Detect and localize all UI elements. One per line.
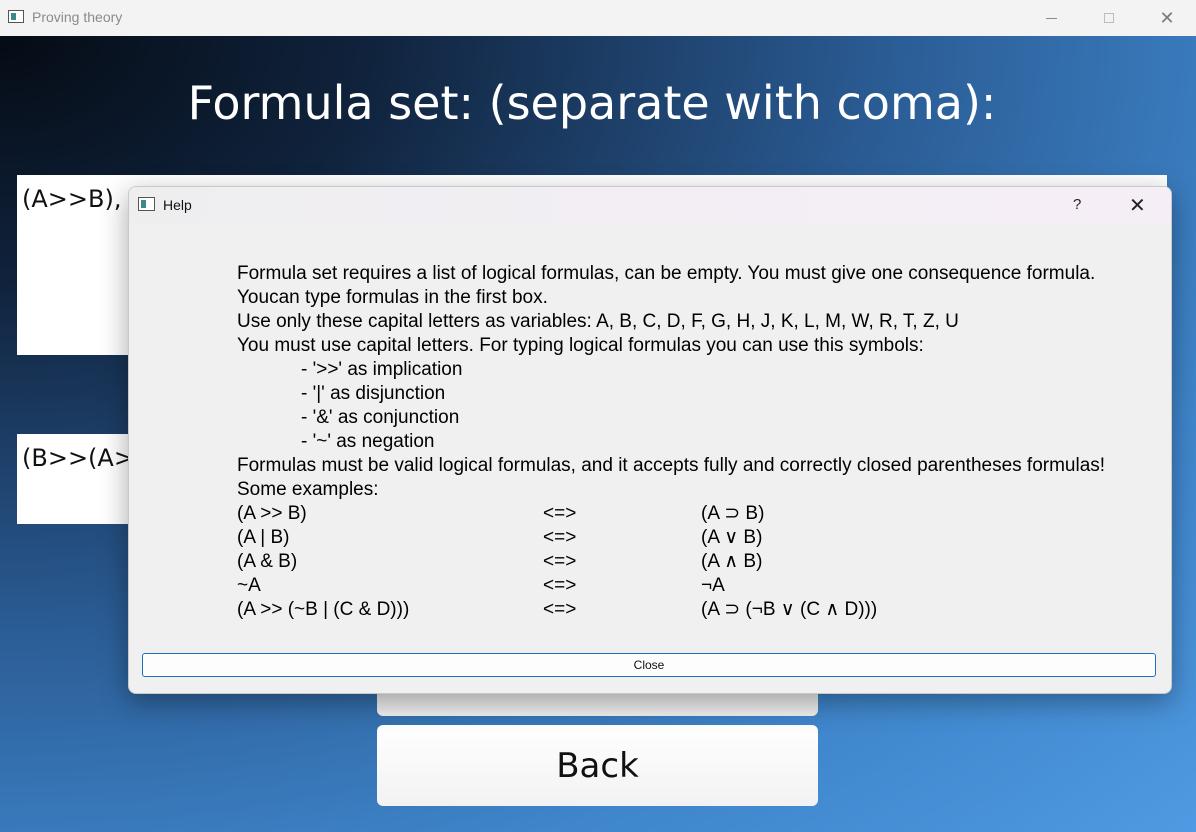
dialog-titlebar: Help ? ✕ [129, 187, 1171, 223]
help-line: Youcan type formulas in the first box. [237, 287, 548, 308]
symbol-line: - '|' as disjunction [301, 383, 446, 404]
example-output: (A ∧ B) [701, 551, 763, 572]
example-input: (A | B) [237, 527, 290, 548]
example-row: (A >> B) <=> (A ⊃ B) [237, 502, 1167, 526]
example-arrow: <=> [543, 575, 577, 596]
example-row: ~A <=> ¬A [237, 574, 1167, 598]
example-output: (A ⊃ B) [701, 503, 765, 524]
maximize-icon [1104, 13, 1114, 23]
example-input: (A >> (~B | (C & D))) [237, 599, 410, 620]
symbol-line: - '&' as conjunction [301, 407, 460, 428]
dialog-title: Help [163, 197, 192, 213]
dialog-app-icon [138, 197, 155, 211]
example-output: (A ∨ B) [701, 527, 763, 548]
help-line: Formula set requires a list of logical f… [237, 263, 1096, 284]
page-heading: Formula set: (separate with coma): [187, 76, 997, 130]
minimize-button[interactable] [1022, 0, 1080, 36]
maximize-button[interactable] [1080, 0, 1138, 36]
dialog-close-button[interactable]: Close [142, 653, 1156, 677]
window-titlebar: Proving theory ✕ [0, 0, 1196, 36]
help-line: Some examples: [237, 479, 379, 500]
symbol-line: - '~' as negation [301, 431, 435, 452]
minimize-icon [1045, 17, 1057, 19]
example-arrow: <=> [543, 599, 577, 620]
symbol-line: - '>>' as implication [301, 359, 463, 380]
example-input: (A & B) [237, 551, 298, 572]
example-arrow: <=> [543, 503, 577, 524]
app-icon [8, 10, 24, 23]
example-input: ~A [237, 575, 261, 596]
help-line: You must use capital letters. For typing… [237, 335, 924, 356]
close-icon: ✕ [1159, 7, 1175, 29]
example-arrow: <=> [543, 527, 577, 548]
back-button[interactable]: Back [377, 725, 818, 806]
help-button[interactable]: ? [1073, 196, 1081, 213]
example-input: (A >> B) [237, 503, 307, 524]
example-output: (A ⊃ (¬B ∨ (C ∧ D))) [701, 599, 878, 620]
window-title: Proving theory [32, 9, 123, 25]
example-row: (A >> (~B | (C & D))) <=> (A ⊃ (¬B ∨ (C … [237, 598, 1167, 622]
window-close-button[interactable]: ✕ [1138, 0, 1196, 36]
help-line: Use only these capital letters as variab… [237, 311, 959, 332]
example-arrow: <=> [543, 551, 577, 572]
example-row: (A | B) <=> (A ∨ B) [237, 526, 1167, 550]
example-row: (A & B) <=> (A ∧ B) [237, 550, 1167, 574]
help-dialog: Help ? ✕ Formula set requires a list of … [128, 186, 1172, 694]
help-text: Formula set requires a list of logical f… [237, 262, 1167, 622]
help-line: Formulas must be valid logical formulas,… [237, 455, 1106, 476]
dialog-close-icon[interactable]: ✕ [1129, 193, 1146, 217]
example-output: ¬A [701, 575, 725, 596]
